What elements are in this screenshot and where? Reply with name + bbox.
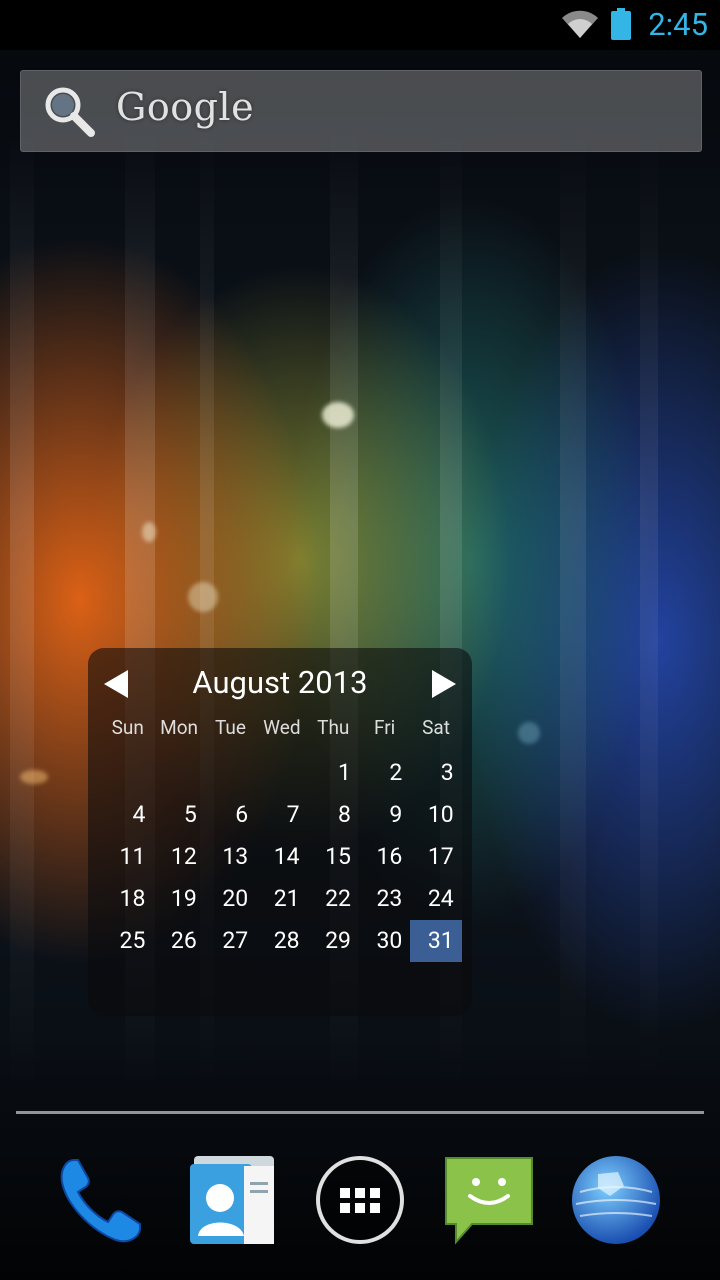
calendar-week-row: 11 12 13 14 15 16 17: [102, 836, 462, 878]
day-cell[interactable]: 21: [256, 878, 307, 920]
wallpaper-glow: [20, 770, 48, 784]
day-cell-today[interactable]: 31: [410, 920, 462, 962]
day-cell[interactable]: 24: [410, 878, 461, 920]
day-cell[interactable]: 23: [359, 878, 410, 920]
day-cell[interactable]: 1: [308, 752, 359, 794]
calendar-week-row: 25 26 27 28 29 30 31: [102, 920, 462, 962]
day-cell[interactable]: 14: [256, 836, 307, 878]
status-bar: 2:45: [0, 0, 720, 50]
browser-icon[interactable]: [568, 1152, 664, 1248]
day-cell[interactable]: 18: [102, 878, 153, 920]
day-cell[interactable]: 16: [359, 836, 410, 878]
day-cell[interactable]: 7: [256, 794, 307, 836]
day-cell[interactable]: 22: [308, 878, 359, 920]
empty-day-cell: [205, 752, 256, 794]
day-cell[interactable]: 13: [205, 836, 256, 878]
day-cell[interactable]: 12: [153, 836, 204, 878]
day-cell[interactable]: 9: [359, 794, 410, 836]
contacts-icon[interactable]: [184, 1152, 280, 1248]
day-cell[interactable]: 11: [102, 836, 153, 878]
wifi-icon: [562, 10, 598, 38]
messaging-icon[interactable]: [442, 1152, 538, 1248]
day-cell[interactable]: 19: [153, 878, 204, 920]
status-time: 2:45: [648, 6, 708, 43]
phone-icon[interactable]: [52, 1152, 148, 1248]
day-cell[interactable]: 6: [205, 794, 256, 836]
wallpaper-glow: [188, 582, 218, 612]
day-cell[interactable]: 27: [205, 920, 256, 962]
wallpaper: [0, 0, 720, 1280]
day-cell[interactable]: 2: [359, 752, 410, 794]
search-icon: [45, 87, 95, 137]
wallpaper-streak: [640, 130, 658, 1090]
weekday-label: Sun: [111, 716, 144, 739]
apps-icon[interactable]: [312, 1152, 408, 1248]
day-cell[interactable]: 8: [308, 794, 359, 836]
day-cell[interactable]: 10: [410, 794, 461, 836]
search-label: Google: [116, 85, 255, 129]
wallpaper-glow: [142, 522, 156, 542]
wallpaper-glow: [518, 722, 540, 744]
day-cell[interactable]: 5: [153, 794, 204, 836]
calendar-widget[interactable]: August 2013 Sun Mon Tue Wed Thu Fri Sat …: [88, 648, 472, 1016]
calendar-week-row: 4 5 6 7 8 9 10: [102, 794, 462, 836]
day-cell[interactable]: 25: [102, 920, 153, 962]
day-cell[interactable]: 17: [410, 836, 461, 878]
weekday-label: Wed: [263, 716, 301, 739]
wallpaper-streak: [10, 130, 34, 1090]
dock-divider: [16, 1111, 704, 1114]
battery-icon: [611, 8, 631, 40]
calendar-week-row: 123: [102, 752, 462, 794]
empty-day-cell: [256, 752, 307, 794]
next-month-button[interactable]: [432, 670, 456, 698]
day-cell[interactable]: 29: [308, 920, 359, 962]
day-cell[interactable]: 4: [102, 794, 153, 836]
calendar-grid: Sun Mon Tue Wed Thu Fri Sat 1 2 3 4 5 6 7 8 9 10 1…: [102, 714, 462, 962]
day-cell[interactable]: 20: [205, 878, 256, 920]
calendar-week-row: 18 19 20 21 22 23 24: [102, 878, 462, 920]
calendar-month-title: August 2013: [192, 664, 368, 701]
empty-day-cell: [102, 752, 153, 794]
wallpaper-streak: [560, 130, 586, 1090]
day-cell[interactable]: 15: [308, 836, 359, 878]
google-search-bar[interactable]: Google: [20, 70, 702, 152]
weekday-label: Tue: [214, 716, 246, 739]
day-cell[interactable]: 28: [256, 920, 307, 962]
day-cell[interactable]: 30: [359, 920, 410, 962]
wallpaper-glow: [322, 402, 354, 428]
day-cell[interactable]: 26: [153, 920, 204, 962]
weekday-label: Thu: [317, 716, 350, 739]
weekday-header: Sun Mon Tue Wed Thu Fri Sat: [102, 714, 462, 742]
weekday-label: Mon: [160, 716, 199, 739]
weekday-label: Sat: [422, 716, 450, 739]
day-cell[interactable]: 3: [410, 752, 461, 794]
empty-day-cell: [153, 752, 204, 794]
calendar-weeks: 1 2 3 4 5 6 7 8 9 10 11 12 13 14 15 16 17 18 19 20 21 22 23 24 2…: [102, 752, 462, 962]
weekday-label: Fri: [373, 716, 396, 739]
